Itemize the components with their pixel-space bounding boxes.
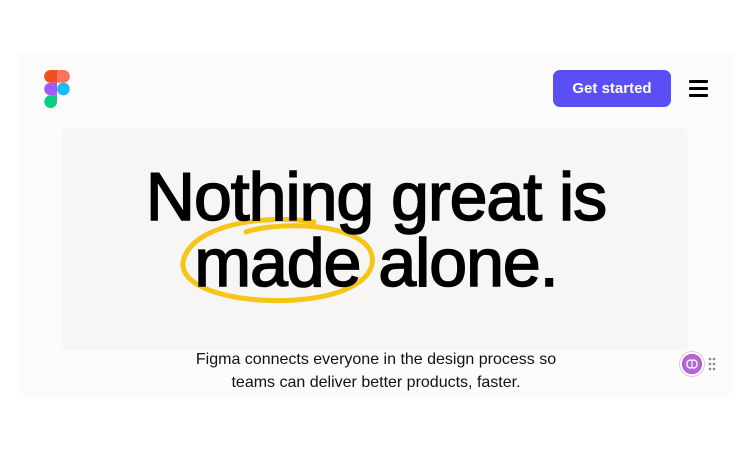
drag-handle-icon[interactable] [708,357,716,371]
headline-alone: alone. [378,225,560,301]
figma-logo-icon[interactable] [44,70,70,108]
subheading-line-1: Figma connects everyone in the design pr… [195,351,557,368]
headline-line-2: made alone. [0,228,752,298]
hamburger-menu-icon[interactable] [689,80,708,97]
hero-headline: Nothing great is made alone. [0,159,752,298]
get-started-button[interactable]: Get started [553,70,671,107]
headline-made: made [194,225,363,301]
hero-subheading: Figma connects everyone in the design pr… [0,348,752,394]
subheading-line-2: teams can deliver better products, faste… [231,374,521,391]
headline-line-1: Nothing great is [145,159,608,235]
brain-avatar-icon[interactable] [680,352,704,376]
